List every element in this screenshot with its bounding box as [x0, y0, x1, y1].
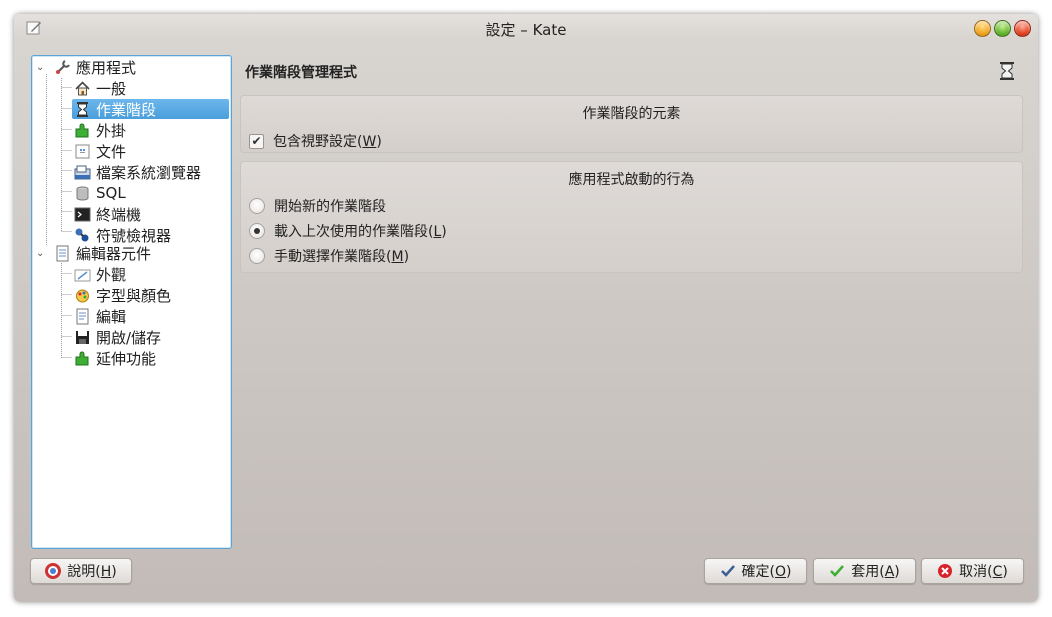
radio-manually-choose-session[interactable]: 手動選擇作業階段(M) [249, 246, 409, 266]
radio-label: 開始新的作業階段 [274, 199, 386, 215]
tree-item-label: SQL [96, 184, 126, 202]
settings-category-tree[interactable]: ⌄ 應用程式 一般 作業階段 外掛 文件 檔案系統瀏覽器 SQL 終端機 符號檢… [31, 55, 232, 549]
checkbox-checked[interactable]: ✔ [249, 133, 264, 149]
page-title: 作業階段管理程式 [245, 65, 357, 81]
tree-item-appearance[interactable]: 外觀 [32, 264, 231, 284]
tree-item-general[interactable]: 一般 [32, 78, 231, 98]
radio-load-last-session[interactable]: 載入上次使用的作業階段(L) [249, 221, 447, 241]
tree-item-label: 一般 [96, 79, 127, 98]
cancel-icon [938, 564, 953, 578]
checkbox-label: 包含視野設定(W) [273, 134, 382, 150]
database-icon [76, 186, 89, 200]
tree-item-documents[interactable]: 文件 [32, 141, 231, 161]
window-title: 設定 – Kate [485, 21, 567, 39]
symbol-viewer-icon [75, 228, 89, 241]
tree-item-terminal[interactable]: 終端機 [32, 204, 231, 224]
edit-icon [76, 308, 89, 324]
tree-item-label: 編輯 [96, 307, 127, 326]
startup-behavior-group: 應用程式啟動的行為 開始新的作業階段 載入上次使用的作業階段(L) 手動選擇作業… [240, 161, 1023, 273]
button-label: 確定(O) [741, 564, 792, 580]
minimize-button[interactable] [974, 20, 991, 37]
radio-start-new-session[interactable]: 開始新的作業階段 [249, 196, 386, 216]
tree-item-sql[interactable]: SQL [32, 183, 231, 203]
plugin-icon [75, 123, 89, 137]
radio-button-selected[interactable] [249, 223, 265, 239]
fonts-colors-icon [76, 289, 89, 302]
tree-item-file-browser[interactable]: 檔案系統瀏覽器 [32, 162, 231, 182]
tree-item-label: 文件 [96, 142, 127, 161]
help-icon [45, 563, 62, 579]
title-bar[interactable]: 設定 – Kate [14, 14, 1038, 42]
help-button[interactable]: 說明(H) [30, 558, 132, 584]
group-title: 應用程式啟動的行為 [568, 172, 695, 188]
button-label: 取消(C) [959, 564, 1008, 580]
tree-item-label: 外掛 [96, 121, 127, 140]
hourglass-icon [77, 101, 88, 117]
wrench-icon [56, 59, 70, 74]
close-window-button[interactable] [1014, 20, 1031, 37]
tree-item-label: 編輯器元件 [76, 244, 152, 263]
ok-check-icon [720, 565, 735, 577]
radio-button[interactable] [249, 198, 265, 214]
tree-item-applications[interactable]: ⌄ 應用程式 [32, 57, 231, 77]
tree-item-label: 應用程式 [76, 58, 137, 77]
tree-item-editor-component[interactable]: ⌄ 編輯器元件 [32, 243, 231, 263]
tree-item-fonts-colors[interactable]: 字型與顏色 [32, 285, 231, 305]
tree-item-plugins[interactable]: 外掛 [32, 120, 231, 140]
tree-item-label: 檔案系統瀏覽器 [96, 163, 202, 182]
group-title: 作業階段的元素 [582, 106, 681, 122]
cancel-button[interactable]: 取消(C) [921, 558, 1024, 584]
tree-item-open-save[interactable]: 開啟/儲存 [32, 327, 231, 347]
chevron-down-icon[interactable]: ⌄ [36, 248, 44, 259]
radio-label: 載入上次使用的作業階段(L) [274, 224, 447, 240]
ok-button[interactable]: 確定(O) [704, 558, 807, 584]
include-view-settings-checkbox[interactable]: ✔ 包含視野設定(W) [249, 131, 382, 151]
session-elements-group: 作業階段的元素 ✔ 包含視野設定(W) [240, 95, 1023, 153]
hourglass-icon [1000, 62, 1014, 80]
apply-check-icon [830, 565, 845, 577]
tree-item-editing[interactable]: 編輯 [32, 306, 231, 326]
button-label: 套用(A) [851, 564, 900, 580]
tree-item-label: 外觀 [96, 265, 127, 284]
tree-item-label: 延伸功能 [96, 349, 157, 368]
chevron-down-icon[interactable]: ⌄ [36, 62, 44, 73]
radio-label: 手動選擇作業階段(M) [274, 249, 410, 265]
save-icon [76, 330, 89, 344]
tree-item-label: 字型與顏色 [96, 286, 172, 305]
maximize-button[interactable] [994, 20, 1011, 37]
tree-item-label: 作業階段 [96, 100, 157, 119]
document-icon [75, 144, 90, 158]
appearance-icon [74, 269, 91, 281]
tree-item-extensions[interactable]: 延伸功能 [32, 348, 231, 368]
apply-button[interactable]: 套用(A) [813, 558, 916, 584]
home-icon [75, 80, 90, 95]
button-label: 說明(H) [67, 564, 117, 580]
extension-icon [75, 351, 89, 365]
terminal-icon [74, 207, 91, 221]
file-browser-icon [74, 165, 91, 179]
radio-button[interactable] [249, 248, 265, 264]
settings-window: 設定 – Kate ⌄ 應用程式 一般 作業階段 外掛 文件 檔案系統瀏覽器 S… [14, 14, 1038, 602]
tree-item-sessions[interactable]: 作業階段 [32, 99, 231, 119]
tree-item-label: 開啟/儲存 [96, 328, 162, 347]
editor-icon [56, 245, 69, 261]
tree-item-label: 終端機 [96, 205, 142, 224]
